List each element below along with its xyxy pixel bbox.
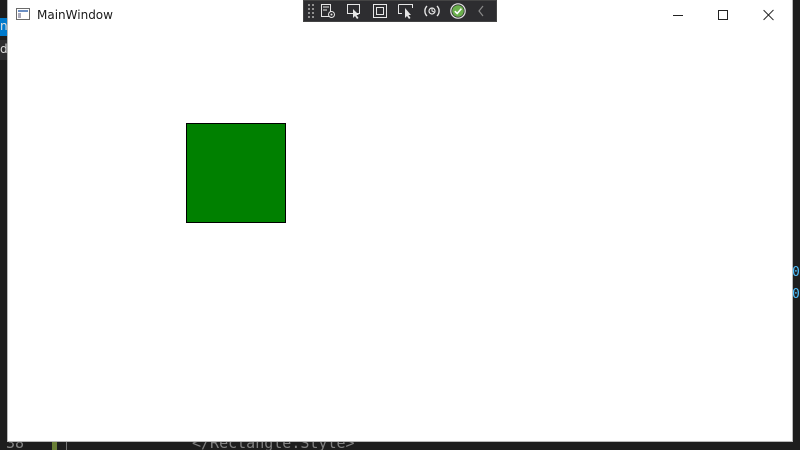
maximize-button[interactable] [700,0,746,30]
maximize-icon [718,10,728,20]
main-window[interactable]: MainWindow [8,0,792,441]
gutter-indent-guide [66,442,67,450]
minimize-icon [673,14,683,16]
display-layout-adorners-button[interactable] [367,1,393,21]
track-focused-element-button[interactable] [393,1,419,21]
hot-reload-status-icon [450,3,466,19]
live-visual-tree-icon [321,4,335,18]
ide-right-mark-1: 0 [792,265,800,280]
green-rectangle [186,123,286,223]
ide-right-mark-2: 0 [792,287,800,302]
xaml-debug-toolbar[interactable] [303,0,497,22]
select-element-icon [347,4,360,19]
collapse-toolbar-button[interactable] [471,1,491,21]
close-icon [763,9,775,21]
app-window-icon[interactable] [16,8,30,20]
hot-reload-status-button[interactable] [445,1,471,21]
minimize-button[interactable] [655,0,701,30]
live-visual-tree-button[interactable] [315,1,341,21]
hot-reload-icon [424,5,440,17]
select-element-button[interactable] [341,1,367,21]
hot-reload-button[interactable] [419,1,445,21]
gutter-change-marker [52,442,57,450]
track-focused-element-icon [398,4,413,19]
close-button[interactable] [746,0,792,30]
window-title: MainWindow [37,8,113,22]
display-layout-adorners-icon [373,4,387,18]
collapse-toolbar-icon [478,5,484,17]
grip-icon[interactable] [307,3,315,19]
